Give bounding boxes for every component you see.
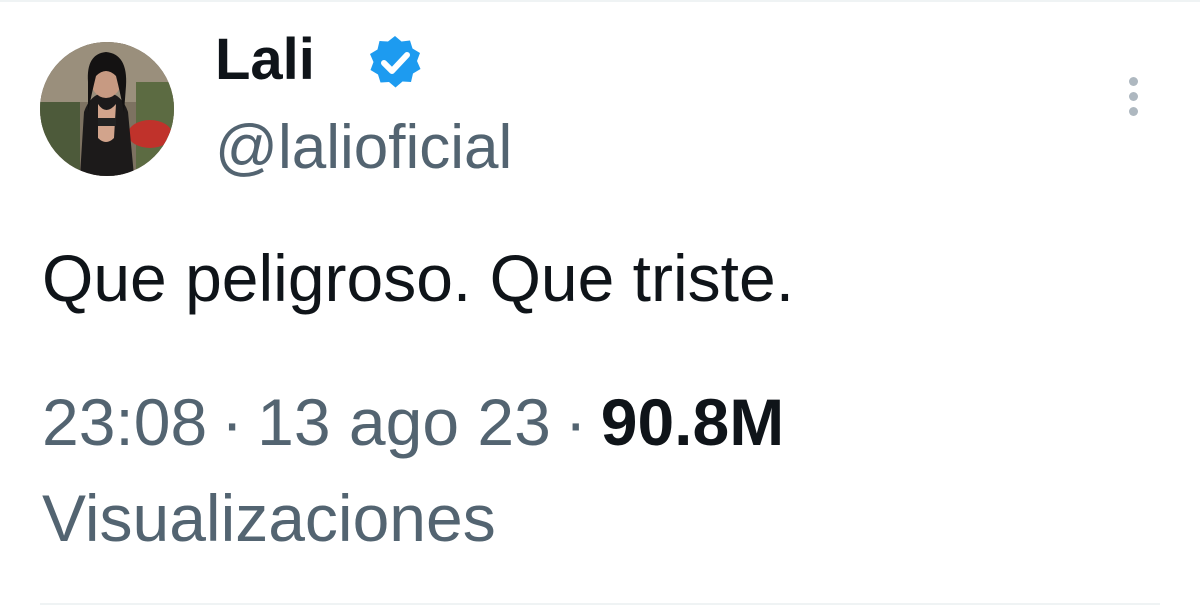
views-count[interactable]: 90.8M [601, 385, 784, 459]
views-label: Visualizaciones [42, 481, 496, 555]
meta-separator: · [564, 385, 587, 459]
tweet-meta-line: 23:08 · 13 ago 23 · 90.8M [42, 382, 784, 462]
more-vertical-icon [1128, 76, 1138, 86]
more-vertical-icon-dot [1128, 106, 1138, 116]
avatar-photo [40, 42, 174, 176]
bottom-divider [40, 603, 1160, 605]
author-avatar[interactable] [40, 42, 174, 176]
author-handle[interactable]: @lalioficial [215, 114, 512, 182]
meta-separator: · [221, 385, 244, 459]
author-display-name[interactable]: Lali [215, 28, 315, 92]
tweet-timestamp[interactable]: 23:08 [42, 385, 207, 459]
top-divider [0, 0, 1200, 2]
verified-badge-icon [364, 33, 426, 95]
more-options-button[interactable] [1116, 68, 1150, 124]
tweet-date[interactable]: 13 ago 23 [257, 385, 551, 459]
more-vertical-icon-dot [1128, 91, 1138, 101]
tweet-text: Que peligroso. Que triste. [42, 241, 795, 315]
